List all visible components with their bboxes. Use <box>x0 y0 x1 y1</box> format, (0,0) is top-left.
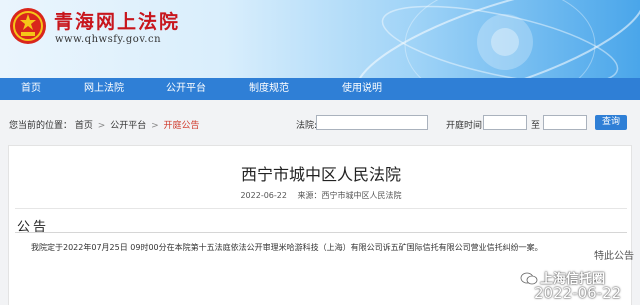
court-emblem-icon <box>10 8 46 44</box>
date-from-input[interactable] <box>483 115 527 130</box>
breadcrumb-prefix: 您当前的位置： <box>9 121 73 131</box>
site-url: www.qhwsfy.gov.cn <box>55 34 162 45</box>
hearing-date-label: 开庭时间: <box>446 121 486 131</box>
search-button[interactable]: 查询 <box>595 115 627 130</box>
date-to-input[interactable] <box>543 115 587 130</box>
globe-swirl-decoration <box>355 0 640 78</box>
court-label: 法院: <box>296 121 318 131</box>
breadcrumb-separator: > <box>151 121 159 131</box>
date-to-label: 至 <box>531 121 541 131</box>
nav-item-home[interactable]: 首页 <box>0 78 62 100</box>
main-nav: 首页 网上法院 公开平台 制度规范 使用说明 <box>0 78 640 100</box>
watermark-date: 2022-06-22 <box>534 284 622 302</box>
nav-item-regulations[interactable]: 制度规范 <box>226 78 312 100</box>
divider <box>15 208 627 209</box>
breadcrumb-item-hearing-notice[interactable]: 开庭公告 <box>164 121 200 131</box>
breadcrumb: 您当前的位置： 首页 > 公开平台 > 开庭公告 <box>9 118 200 131</box>
court-input[interactable] <box>316 115 428 130</box>
nav-item-user-guide[interactable]: 使用说明 <box>312 78 412 100</box>
court-title: 西宁市城中区人民法院 <box>240 165 401 184</box>
breadcrumb-item-home[interactable]: 首页 <box>75 121 93 131</box>
site-header: 青海网上法院 www.qhwsfy.gov.cn <box>0 0 640 78</box>
notice-divider <box>15 232 627 233</box>
notice-body: 我院定于2022年07月25日 09时00分在本院第十五法庭依法公开审理米哈游科… <box>31 243 543 252</box>
article-date: 2022-06-22 <box>240 191 287 200</box>
site-title: 青海网上法院 <box>54 11 181 33</box>
closing-remark: 特此公告 <box>594 251 634 262</box>
nav-item-online-court[interactable]: 网上法院 <box>62 78 146 100</box>
breadcrumb-item-public-platform[interactable]: 公开平台 <box>110 121 146 131</box>
watermark: 上海信托圈 2022-06-22 <box>520 262 640 305</box>
article-source: 来源：西宁市城中区人民法院 <box>297 191 402 200</box>
nav-item-public-platform[interactable]: 公开平台 <box>146 78 226 100</box>
page: 青海网上法院 www.qhwsfy.gov.cn 首页 网上法院 公开平台 制度… <box>0 0 640 305</box>
article-meta: 2022-06-22 来源：西宁市城中区人民法院 <box>9 190 633 201</box>
breadcrumb-search-bar: 您当前的位置： 首页 > 公开平台 > 开庭公告 法院: 开庭时间: 至 查询 <box>0 112 640 134</box>
breadcrumb-separator: > <box>97 121 106 131</box>
